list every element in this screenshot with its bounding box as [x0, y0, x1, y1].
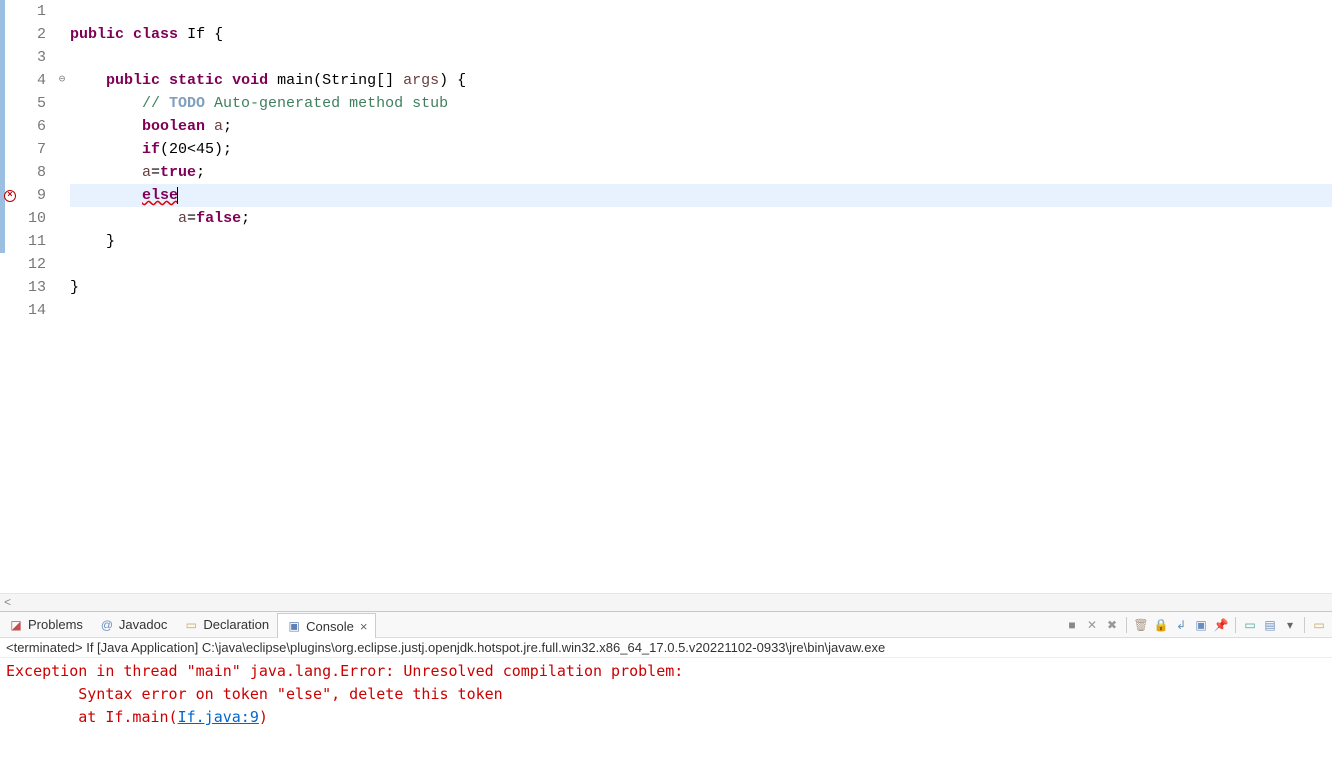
line-number: 6	[20, 115, 54, 138]
code-line[interactable]: if(20<45);	[70, 138, 1332, 161]
console-line: Syntax error on token "else", delete thi…	[6, 683, 1326, 706]
editor-gutter: 12345678×91011121314	[0, 0, 70, 593]
line-number: 5	[20, 92, 54, 115]
line-number: 10	[20, 207, 54, 230]
fold-toggle-icon[interactable]	[54, 69, 70, 92]
code-line[interactable]: }	[70, 230, 1332, 253]
editor-horizontal-scrollbar[interactable]: <	[0, 593, 1332, 611]
line-number: 3	[20, 46, 54, 69]
gutter-marker	[0, 276, 20, 299]
toolbar-separator	[1235, 617, 1236, 633]
tab-label: Problems	[28, 617, 83, 632]
line-number: 12	[20, 253, 54, 276]
code-line[interactable]: // TODO Auto-generated method stub	[70, 92, 1332, 115]
tab-declaration[interactable]: ▭ Declaration	[175, 612, 277, 637]
code-line[interactable]	[70, 0, 1332, 23]
line-number: 13	[20, 276, 54, 299]
line-number: 4	[20, 69, 54, 92]
gutter-marker	[0, 23, 20, 46]
toolbar-separator	[1126, 617, 1127, 633]
line-number: 14	[20, 299, 54, 322]
javadoc-icon: @	[99, 617, 115, 633]
code-editor[interactable]: 12345678×91011121314 public class If { p…	[0, 0, 1332, 593]
remove-all-launches-button[interactable]: ✖	[1103, 616, 1121, 634]
code-line[interactable]	[70, 253, 1332, 276]
gutter-marker	[0, 115, 20, 138]
gutter-marker	[0, 46, 20, 69]
gutter-marker: ×	[0, 184, 20, 207]
open-console-button[interactable]: ▤	[1261, 616, 1279, 634]
gutter-marker	[0, 230, 20, 253]
code-line[interactable]: else	[70, 184, 1332, 207]
console-icon: ▣	[286, 618, 302, 634]
display-selected-button[interactable]: ▭	[1241, 616, 1259, 634]
line-number: 7	[20, 138, 54, 161]
console-line: Exception in thread "main" java.lang.Err…	[6, 660, 1326, 683]
code-line[interactable]: a=true;	[70, 161, 1332, 184]
pin-console-button[interactable]: 📌	[1212, 616, 1230, 634]
terminate-button[interactable]: ■	[1063, 616, 1081, 634]
console-toolbar: ■ ✕ ✖ 🗑 🔒 ↲ ▣ 📌 ▭ ▤ ▾ ▭	[1063, 616, 1332, 634]
gutter-marker	[0, 161, 20, 184]
console-dropdown-button[interactable]: ▾	[1281, 616, 1299, 634]
new-console-button[interactable]: ▭	[1310, 616, 1328, 634]
code-line[interactable]: public class If {	[70, 23, 1332, 46]
console-process-label: <terminated> If [Java Application] C:\ja…	[0, 638, 1332, 658]
code-line[interactable]	[70, 299, 1332, 322]
error-marker-icon[interactable]: ×	[4, 190, 16, 202]
code-line[interactable]: }	[70, 276, 1332, 299]
gutter-marker	[0, 138, 20, 161]
word-wrap-button[interactable]: ↲	[1172, 616, 1190, 634]
code-line[interactable]	[70, 46, 1332, 69]
line-number: 11	[20, 230, 54, 253]
code-line[interactable]: a=false;	[70, 207, 1332, 230]
line-number: 2	[20, 23, 54, 46]
close-icon[interactable]: ×	[360, 619, 368, 634]
gutter-marker	[0, 299, 20, 322]
tab-javadoc[interactable]: @ Javadoc	[91, 612, 175, 637]
line-number: 1	[20, 0, 54, 23]
toolbar-separator	[1304, 617, 1305, 633]
bottom-tabs: ◪ Problems @ Javadoc ▭ Declaration ▣ Con…	[0, 612, 1332, 638]
clear-console-button[interactable]: 🗑	[1132, 616, 1150, 634]
remove-launch-button[interactable]: ✕	[1083, 616, 1101, 634]
tab-console[interactable]: ▣ Console ×	[277, 613, 376, 638]
gutter-marker	[0, 92, 20, 115]
console-output[interactable]: Exception in thread "main" java.lang.Err…	[0, 658, 1332, 781]
gutter-marker	[0, 207, 20, 230]
show-console-button[interactable]: ▣	[1192, 616, 1210, 634]
code-line[interactable]: public static void main(String[] args) {	[70, 69, 1332, 92]
code-line[interactable]: boolean a;	[70, 115, 1332, 138]
tab-problems[interactable]: ◪ Problems	[0, 612, 91, 637]
tab-label: Javadoc	[119, 617, 167, 632]
declaration-icon: ▭	[183, 617, 199, 633]
gutter-marker	[0, 69, 20, 92]
bottom-view-panel: ◪ Problems @ Javadoc ▭ Declaration ▣ Con…	[0, 611, 1332, 781]
gutter-marker	[0, 253, 20, 276]
stacktrace-link[interactable]: If.java:9	[178, 708, 259, 726]
gutter-marker	[0, 0, 20, 23]
tab-label: Console	[306, 619, 354, 634]
problems-icon: ◪	[8, 617, 24, 633]
editor-code-area[interactable]: public class If { public static void mai…	[70, 0, 1332, 593]
console-line: at If.main(If.java:9)	[6, 706, 1326, 729]
scroll-lock-button[interactable]: 🔒	[1152, 616, 1170, 634]
line-number: 9	[20, 184, 54, 207]
tab-label: Declaration	[203, 617, 269, 632]
line-number: 8	[20, 161, 54, 184]
